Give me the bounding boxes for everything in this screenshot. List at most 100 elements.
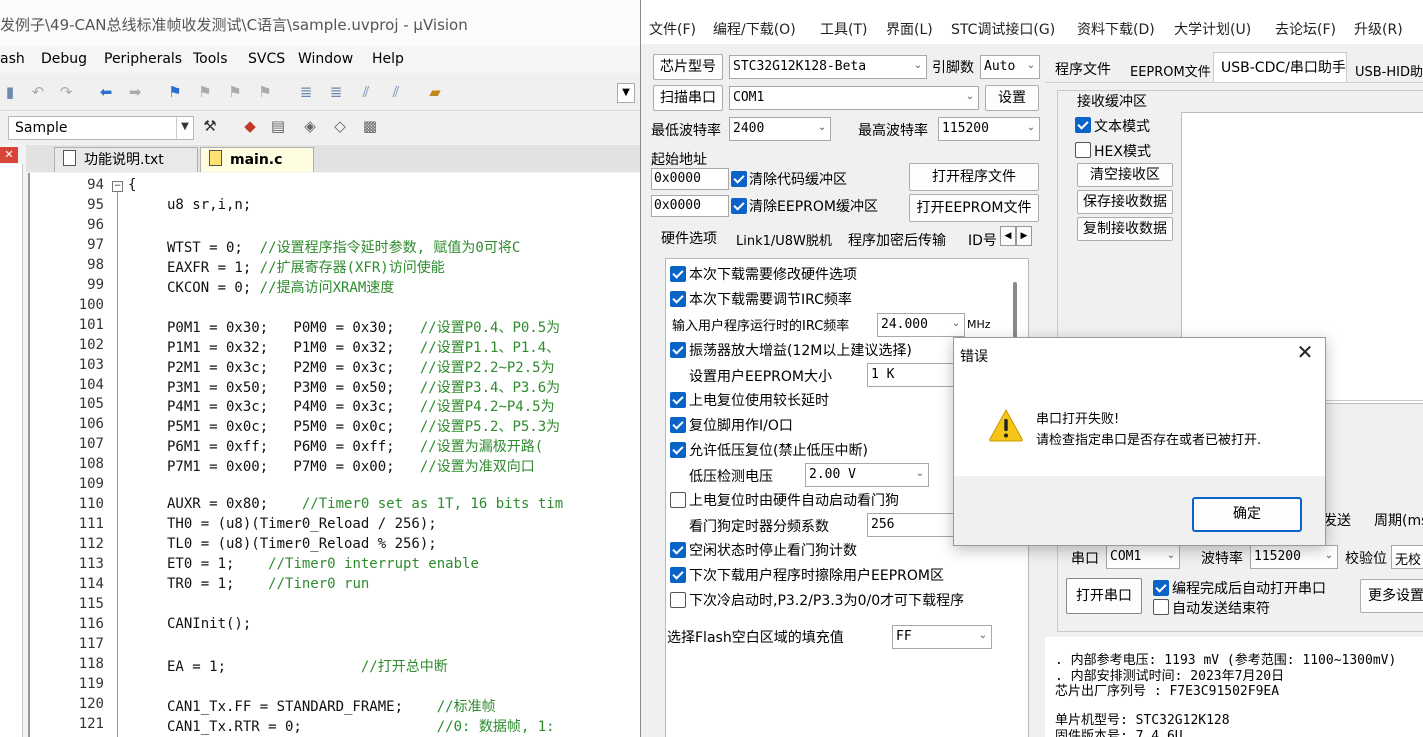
port-select[interactable]: COM1 ⌄ <box>729 86 979 110</box>
code-line: P5M1 = 0x0c; P5M0 = 0x0c; //设置P5.2、P5.3为 <box>167 416 560 436</box>
close-icon[interactable]: ✕ <box>1295 342 1315 362</box>
tab-id-number[interactable]: ID号 <box>968 230 997 250</box>
tab-usb-hid[interactable]: USB-HID助 <box>1355 61 1423 80</box>
code-text: WTST = 0; <box>167 240 260 256</box>
eeprom-size-select[interactable]: 1 K <box>867 363 955 387</box>
run-time-env-icon[interactable]: ◈ <box>300 116 320 136</box>
options-scrollbar[interactable] <box>1013 282 1017 342</box>
tab-link1-offline[interactable]: Link1/U8W脱机 <box>736 230 832 249</box>
opt-idle-wdt-checkbox[interactable] <box>670 542 686 558</box>
menu-tools[interactable]: 工具(T) <box>820 19 867 39</box>
pack-installer-icon[interactable]: ▩ <box>360 116 380 136</box>
prev-bookmark-icon[interactable]: ⚑ <box>195 82 215 102</box>
tab-program-file[interactable]: 程序文件 <box>1055 59 1111 79</box>
copy-receive-button[interactable]: 复制接收数据 <box>1077 217 1173 241</box>
tab-usb-cdc-serial[interactable]: USB-CDC/串口助手 <box>1221 57 1346 77</box>
save-receive-button[interactable]: 保存接收数据 <box>1077 190 1173 214</box>
undo-icon[interactable]: ↶ <box>28 82 48 102</box>
open-serial-button[interactable]: 打开串口 <box>1066 578 1142 614</box>
menu-window[interactable]: Window <box>298 51 353 67</box>
nav-forward-icon[interactable]: ➡ <box>125 82 145 102</box>
tab-eeprom-file[interactable]: EEPROM文件 <box>1130 61 1211 80</box>
opt-cold-start-checkbox[interactable] <box>670 592 686 608</box>
max-baud-select[interactable]: 115200 ⌄ <box>938 117 1040 141</box>
menu-interface[interactable]: 界面(L) <box>886 19 933 39</box>
tab-scroll-right-icon[interactable]: ▶ <box>1016 226 1032 246</box>
menu-tools[interactable]: Tools <box>193 51 228 67</box>
menu-flash[interactable]: ash <box>0 51 25 67</box>
open-eeprom-file-button[interactable]: 打开EEPROM文件 <box>909 194 1039 222</box>
clear-code-label: 清除代码缓冲区 <box>749 172 847 188</box>
uncomment-icon[interactable]: ⫽ <box>386 82 406 102</box>
scan-port-button[interactable]: 扫描串口 <box>653 85 723 111</box>
ok-button[interactable]: 确定 <box>1192 497 1302 532</box>
nav-back-icon[interactable]: ⬅ <box>96 82 116 102</box>
fold-toggle-icon[interactable]: − <box>112 181 123 192</box>
close-icon[interactable]: ✕ <box>0 147 18 163</box>
clear-bookmarks-icon[interactable]: ⚑ <box>255 82 275 102</box>
opt-adjust-irc-checkbox[interactable] <box>670 291 686 307</box>
menu-file[interactable]: 文件(F) <box>649 19 696 39</box>
tab-main-c[interactable]: main.c <box>200 147 314 172</box>
tab-readme[interactable]: 功能说明.txt <box>54 147 198 172</box>
eeprom-addr-input[interactable]: 0x0000 <box>651 195 729 217</box>
bookmark-icon[interactable]: ⚑ <box>165 82 185 102</box>
target-select[interactable]: Sample ▼ <box>8 116 194 140</box>
clear-eeprom-checkbox[interactable] <box>731 198 747 214</box>
opt-erase-eeprom-checkbox[interactable] <box>670 567 686 583</box>
lvd-voltage-select[interactable]: 2.00 V ⌄ <box>805 463 929 487</box>
menu-upgrade[interactable]: 升级(R) <box>1354 19 1403 39</box>
indent-icon[interactable]: ≣ <box>296 82 316 102</box>
chip-type-button[interactable]: 芯片型号 <box>653 54 723 80</box>
menu-help[interactable]: Help <box>372 51 404 67</box>
paste-icon[interactable]: ▮ <box>0 82 20 102</box>
hex-mode-checkbox[interactable] <box>1075 142 1091 158</box>
toolbar-dropdown-icon[interactable]: ▼ <box>617 83 635 103</box>
open-program-file-button[interactable]: 打开程序文件 <box>909 163 1039 191</box>
wdt-prescaler-select[interactable]: 256 <box>867 513 955 537</box>
chip-type-select[interactable]: STC32G12K128-Beta ⌄ <box>729 55 927 79</box>
menu-forum[interactable]: 去论坛(F) <box>1275 19 1336 39</box>
select-packs-icon[interactable]: ◇ <box>330 116 350 136</box>
opt-osc-gain-checkbox[interactable] <box>670 342 686 358</box>
min-baud-select[interactable]: 2400 ⌄ <box>729 117 831 141</box>
clear-receive-button[interactable]: 清空接收区 <box>1077 163 1173 187</box>
file-extensions-icon[interactable]: ▤ <box>268 116 288 136</box>
settings-button[interactable]: 设置 <box>985 85 1039 111</box>
tab-encrypted-transfer[interactable]: 程序加密后传输 <box>848 230 946 250</box>
serial-port-select[interactable]: COM1 ⌄ <box>1106 545 1180 569</box>
pins-select[interactable]: Auto ⌄ <box>980 55 1040 79</box>
opt-wdt-auto-checkbox[interactable] <box>670 492 686 508</box>
parity-select[interactable]: 无校 <box>1391 545 1423 569</box>
menu-downloads[interactable]: 资料下载(D) <box>1077 19 1155 39</box>
unindent-icon[interactable]: ≣ <box>326 82 346 102</box>
menu-debug-interface[interactable]: STC调试接口(G) <box>951 19 1055 39</box>
menu-peripherals[interactable]: Peripherals <box>104 51 182 67</box>
send-label[interactable]: 发送 <box>1323 510 1351 530</box>
redo-icon[interactable]: ↷ <box>56 82 76 102</box>
find-in-files-icon[interactable]: ▰ <box>425 82 445 102</box>
manage-components-icon[interactable]: ◆ <box>240 116 260 136</box>
text-mode-checkbox[interactable] <box>1075 117 1091 133</box>
clear-code-checkbox[interactable] <box>731 171 747 187</box>
code-addr-input[interactable]: 0x0000 <box>651 168 729 190</box>
target-options-icon[interactable]: ⚒ <box>200 116 220 136</box>
opt-lvd-reset-checkbox[interactable] <box>670 442 686 458</box>
opt-reset-io-checkbox[interactable] <box>670 417 686 433</box>
menu-university[interactable]: 大学计划(U) <box>1174 19 1251 39</box>
more-settings-button[interactable]: 更多设置 <box>1360 579 1423 613</box>
comment-icon[interactable]: ⫽ <box>356 82 376 102</box>
tab-hardware-options[interactable]: 硬件选项 <box>661 228 717 248</box>
flash-fill-select[interactable]: FF ⌄ <box>892 625 992 649</box>
opt-long-delay-checkbox[interactable] <box>670 392 686 408</box>
irc-freq-select[interactable]: 24.000 ⌄ <box>877 313 965 337</box>
opt-modify-hw-checkbox[interactable] <box>670 266 686 282</box>
baud-select[interactable]: 115200 ⌄ <box>1250 545 1338 569</box>
menu-svcs[interactable]: SVCS <box>248 51 285 67</box>
menu-program[interactable]: 编程/下载(O) <box>713 19 796 39</box>
auto-open-checkbox[interactable] <box>1153 580 1169 596</box>
tab-scroll-left-icon[interactable]: ◀ <box>1000 226 1016 246</box>
auto-send-end-checkbox[interactable] <box>1153 599 1169 615</box>
menu-debug[interactable]: Debug <box>41 51 87 67</box>
next-bookmark-icon[interactable]: ⚑ <box>225 82 245 102</box>
